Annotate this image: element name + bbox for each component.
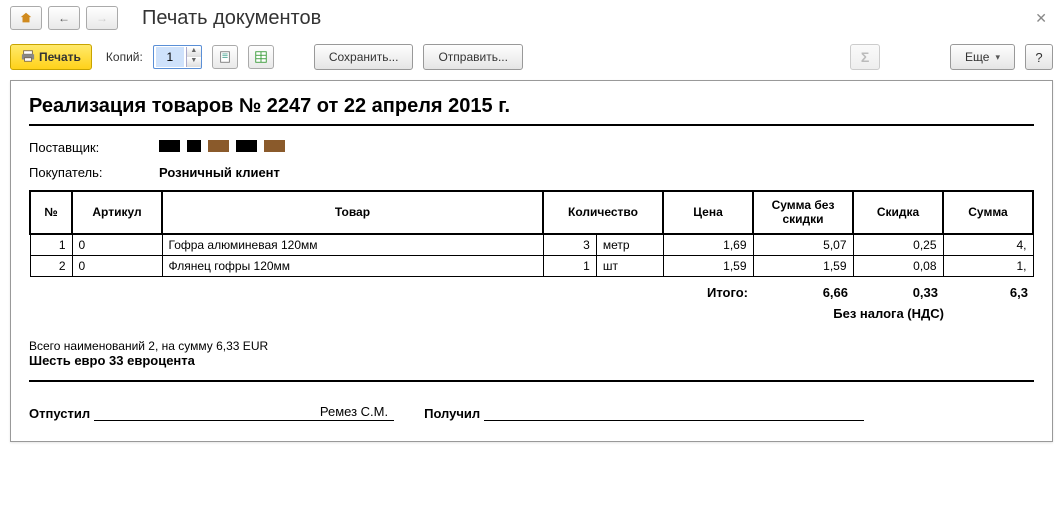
col-article: Артикул — [72, 191, 162, 234]
printer-icon — [21, 49, 35, 66]
arrow-right-icon: → — [96, 11, 108, 25]
totals-label: Итого: — [654, 283, 754, 302]
home-button[interactable] — [10, 6, 42, 30]
page-icon — [218, 50, 232, 64]
send-button[interactable]: Отправить... — [423, 44, 523, 70]
table-button[interactable] — [248, 45, 274, 69]
buyer-value: Розничный клиент — [159, 165, 280, 180]
col-num: № — [30, 191, 72, 234]
received-name — [484, 419, 864, 421]
col-product: Товар — [162, 191, 543, 234]
no-tax-label: Без налога (НДС) — [29, 306, 1034, 321]
col-discount: Скидка — [853, 191, 943, 234]
summary-line: Всего наименований 2, на сумму 6,33 EUR — [29, 339, 1034, 353]
close-icon: ✕ — [1035, 10, 1047, 26]
save-button[interactable]: Сохранить... — [314, 44, 414, 70]
supplier-value — [159, 140, 299, 155]
table-row: 10Гофра алюминевая 120мм3метр1,695,070,2… — [30, 234, 1033, 256]
back-button[interactable]: ← — [48, 6, 80, 30]
grid-icon — [254, 50, 268, 64]
released-name: Ремез С.М. — [94, 404, 394, 421]
col-qty: Количество — [543, 191, 663, 234]
print-label: Печать — [39, 50, 81, 64]
preview-button[interactable] — [212, 45, 238, 69]
forward-button[interactable]: → — [86, 6, 118, 30]
received-label: Получил — [424, 406, 480, 421]
buyer-label: Покупатель: — [29, 165, 159, 180]
doc-title: Реализация товаров № 2247 от 22 апреля 2… — [29, 95, 1034, 126]
page-title: Печать документов — [142, 7, 321, 30]
sigma-icon: Σ — [861, 49, 869, 65]
table-row: 20Флянец гофры 120мм1шт1,591,590,081, — [30, 255, 1033, 276]
summary-words: Шесть евро 33 евроцента — [29, 353, 1034, 382]
items-table: № Артикул Товар Количество Цена Сумма бе… — [29, 190, 1034, 277]
copies-label: Копий: — [106, 50, 143, 64]
col-price: Цена — [663, 191, 753, 234]
copies-input[interactable] — [156, 47, 184, 67]
more-button[interactable]: Еще — [950, 44, 1015, 70]
supplier-label: Поставщик: — [29, 140, 159, 155]
col-sum: Сумма — [943, 191, 1033, 234]
spinner-down[interactable]: ▼ — [187, 57, 201, 67]
totals-sum: 6,3 — [944, 283, 1034, 302]
sum-button: Σ — [850, 44, 880, 70]
col-sum-nd: Сумма без скидки — [753, 191, 853, 234]
spinner-up[interactable]: ▲ — [187, 47, 201, 57]
home-icon — [19, 11, 33, 25]
print-button[interactable]: Печать — [10, 44, 92, 70]
close-button[interactable]: ✕ — [1029, 10, 1053, 27]
arrow-left-icon: ← — [58, 11, 70, 25]
totals-disc: 0,33 — [854, 283, 944, 302]
copies-spinner[interactable]: ▲ ▼ — [153, 45, 202, 69]
totals-sum-nd: 6,66 — [754, 283, 854, 302]
help-button[interactable]: ? — [1025, 44, 1053, 70]
document-preview: Реализация товаров № 2247 от 22 апреля 2… — [10, 80, 1053, 442]
released-label: Отпустил — [29, 406, 90, 421]
